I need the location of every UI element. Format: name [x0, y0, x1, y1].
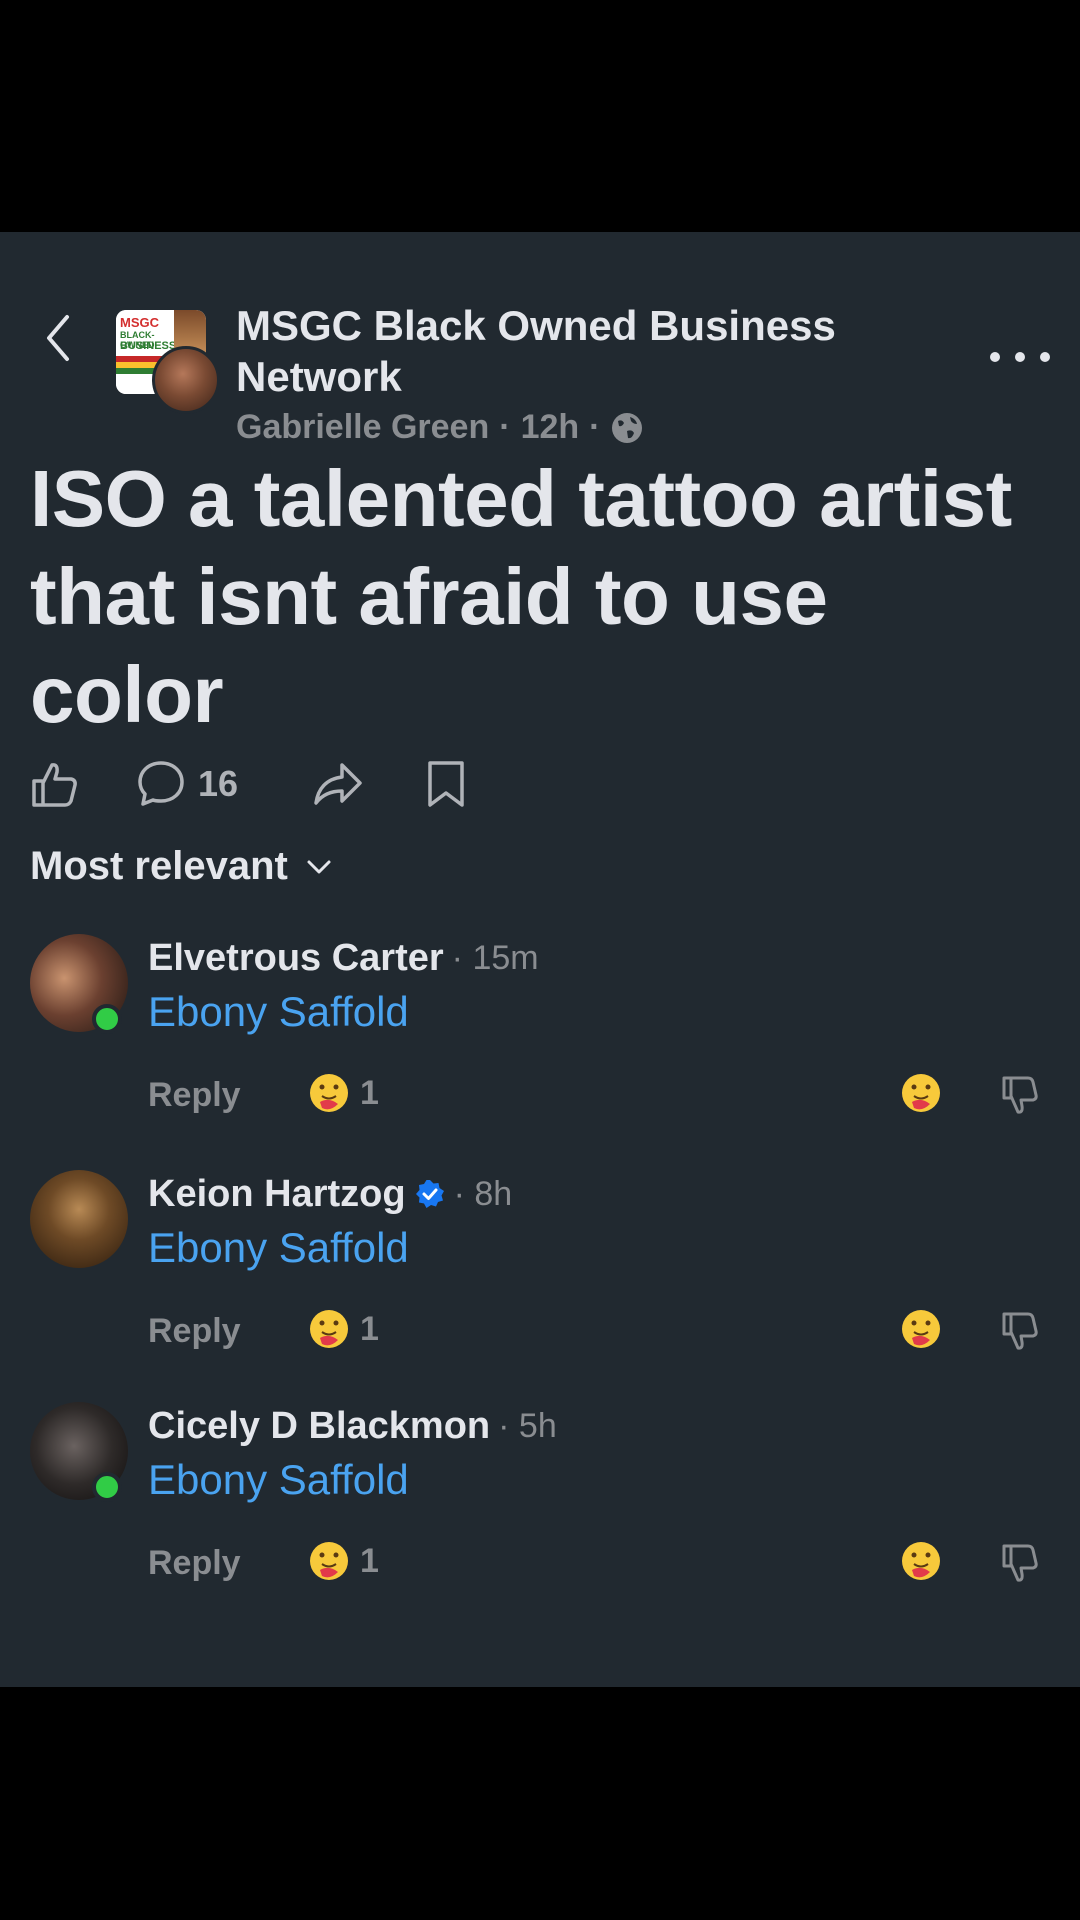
dislike-icon [1002, 1312, 1038, 1350]
dislike-icon [1002, 1076, 1038, 1114]
reply-button[interactable]: Reply [148, 1312, 241, 1351]
meta-separator: · [499, 408, 511, 446]
post-time[interactable]: 12h [521, 408, 580, 447]
hug-emoji-icon [902, 1074, 940, 1112]
comment-time[interactable]: · 5h [498, 1407, 557, 1446]
hug-emoji-icon [310, 1310, 348, 1348]
dislike-button[interactable] [1000, 1074, 1040, 1121]
reply-button[interactable]: Reply [148, 1076, 241, 1115]
comment-actions: Reply 1 [148, 1072, 1048, 1122]
post-actions: 16 [30, 754, 630, 814]
group-logo-text: MSGC [120, 315, 159, 330]
back-button[interactable] [30, 310, 86, 366]
verified-badge-icon [415, 1180, 444, 1208]
group-name[interactable]: MSGC Black Owned Business Network [236, 300, 956, 402]
commenter-name[interactable]: Cicely D Blackmon [148, 1405, 490, 1448]
post-title: ISO a talented tattoo artist that isnt a… [30, 454, 1012, 739]
commenter-avatar[interactable] [30, 1170, 128, 1268]
reaction-count: 1 [360, 1073, 379, 1112]
dislike-icon [1002, 1544, 1038, 1582]
react-button[interactable] [900, 1072, 942, 1119]
comment-mention-link[interactable]: Ebony Saffold [148, 988, 409, 1036]
reply-button[interactable]: Reply [148, 1544, 241, 1583]
sort-label: Most relevant [30, 844, 288, 888]
globe-icon [612, 412, 643, 443]
post-header: MSGC BLACK-OWNED BUSINESS MSGC Black Own… [0, 270, 1080, 446]
comment-time[interactable]: · 15m [452, 939, 539, 978]
chevron-down-icon [307, 860, 331, 873]
comment-item: Cicely D Blackmon · 5h Ebony Saffold Rep… [0, 1402, 1080, 1592]
hug-emoji-icon [902, 1310, 940, 1348]
comment-item: Keion Hartzog · 8h Ebony Saffold Reply 1 [0, 1170, 1080, 1360]
bookmark-icon [428, 761, 464, 807]
comment-mention-link[interactable]: Ebony Saffold [148, 1456, 409, 1504]
reaction-count: 1 [360, 1541, 379, 1580]
hug-emoji-icon [310, 1542, 348, 1580]
online-status-indicator [92, 1472, 122, 1502]
comment-icon [138, 761, 184, 806]
react-button[interactable] [900, 1308, 942, 1355]
comment-sort-dropdown[interactable]: Most relevant [30, 844, 332, 889]
share-button[interactable] [312, 754, 364, 814]
more-icon [990, 352, 1000, 362]
comment-count: 16 [198, 763, 239, 804]
reaction-count: 1 [360, 1309, 379, 1348]
meta-separator-2: · [589, 408, 601, 446]
hug-emoji-icon [310, 1074, 348, 1112]
comment-mention-link[interactable]: Ebony Saffold [148, 1224, 409, 1272]
commenter-name[interactable]: Elvetrous Carter [148, 937, 444, 980]
back-arrow-icon [47, 315, 69, 361]
post-meta: Gabrielle Green · 12h · [236, 408, 644, 447]
commenter-name[interactable]: Keion Hartzog [148, 1173, 406, 1216]
dislike-button[interactable] [1000, 1310, 1040, 1357]
online-status-indicator [92, 1004, 122, 1034]
comment-actions: Reply 1 [148, 1308, 1048, 1358]
reaction-summary[interactable]: 1 [308, 1308, 379, 1350]
comment-item: Elvetrous Carter · 15m Ebony Saffold Rep… [0, 934, 1080, 1124]
like-icon [32, 763, 77, 807]
reaction-summary[interactable]: 1 [308, 1540, 379, 1582]
comment-time[interactable]: · 8h [454, 1175, 513, 1214]
like-button[interactable] [30, 754, 80, 814]
author-name[interactable]: Gabrielle Green [236, 408, 489, 447]
post-panel: MSGC BLACK-OWNED BUSINESS MSGC Black Own… [0, 232, 1080, 1687]
author-avatar[interactable] [152, 346, 220, 414]
more-options-button[interactable] [990, 342, 1050, 372]
comment-actions: Reply 1 [148, 1540, 1048, 1590]
reaction-summary[interactable]: 1 [308, 1072, 379, 1114]
dislike-button[interactable] [1000, 1542, 1040, 1589]
hug-emoji-icon [902, 1542, 940, 1580]
share-icon [314, 763, 362, 805]
react-button[interactable] [900, 1540, 942, 1587]
save-button[interactable] [426, 754, 466, 814]
comment-button[interactable]: 16 [136, 754, 238, 814]
